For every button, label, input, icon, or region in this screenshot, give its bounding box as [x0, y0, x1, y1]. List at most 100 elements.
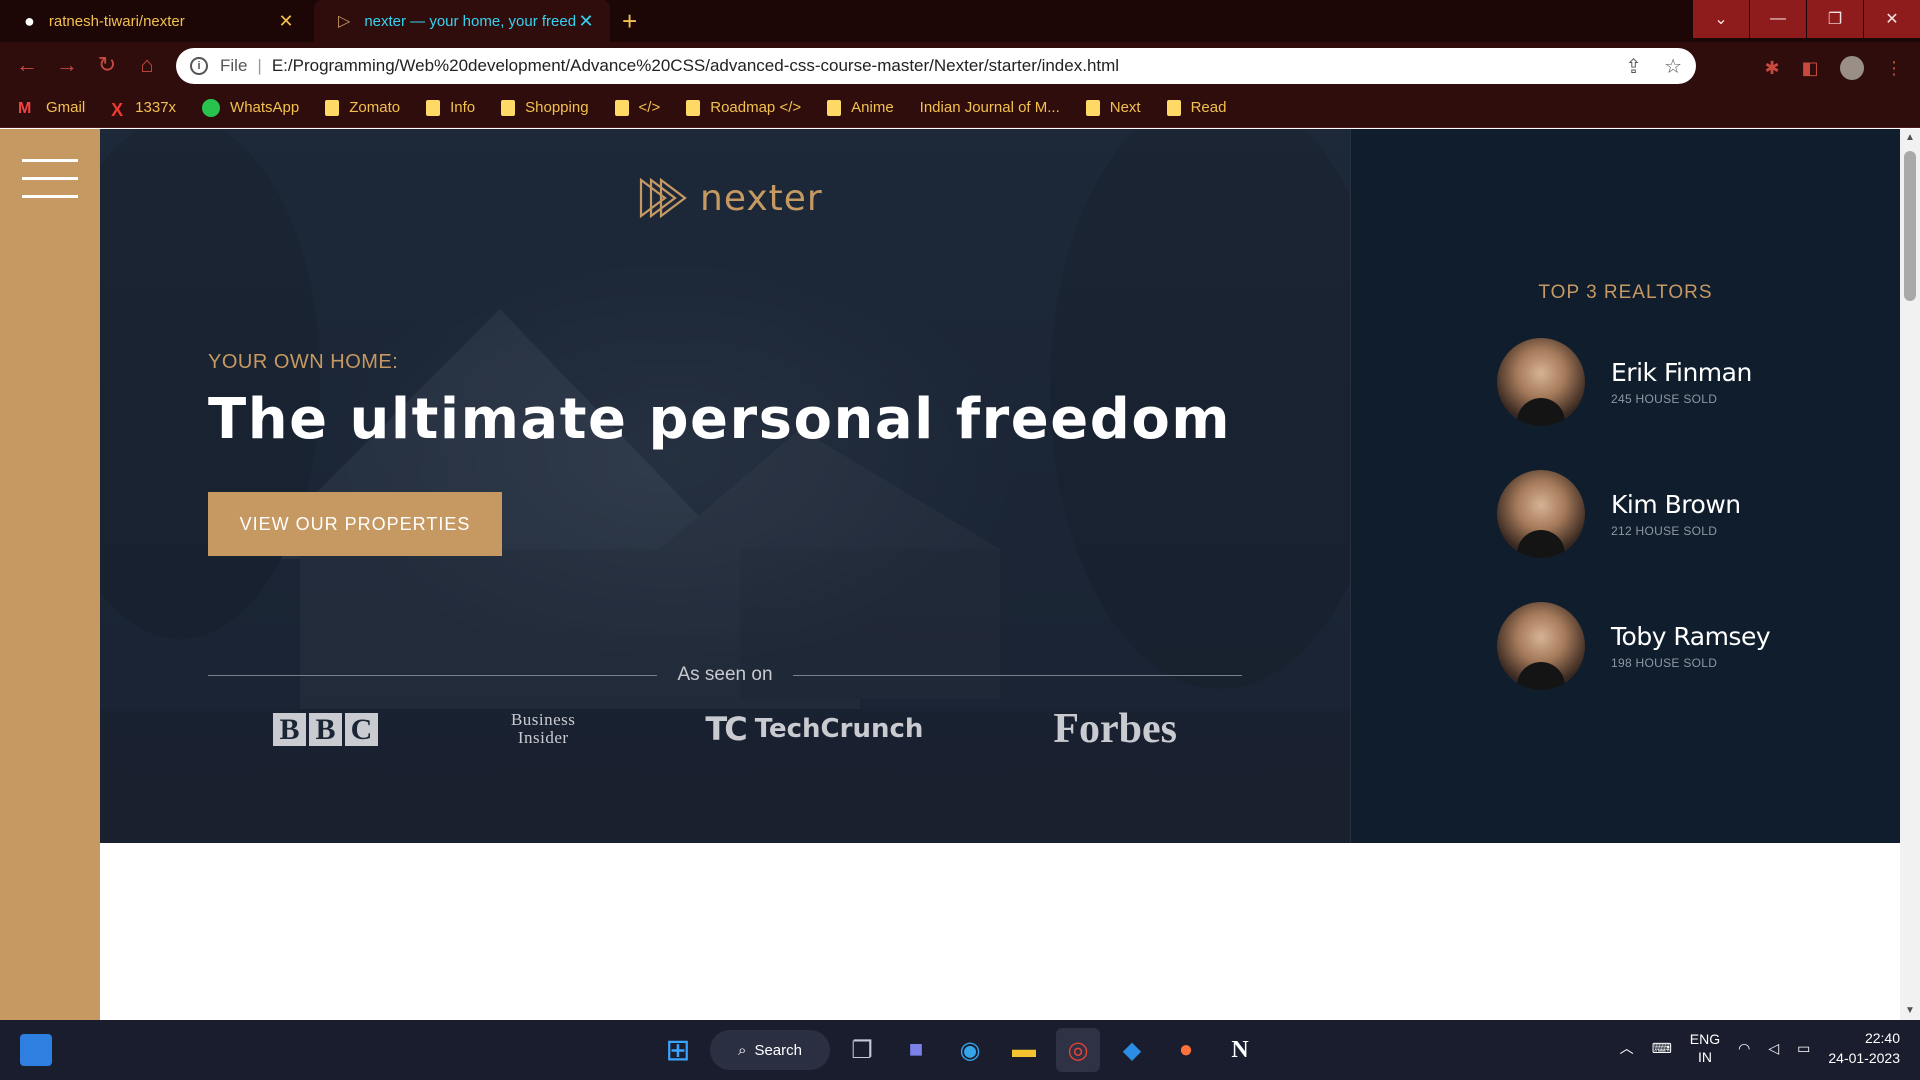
folder-icon: [501, 99, 516, 116]
realtor-card[interactable]: Kim Brown 212 HOUSE SOLD: [1497, 470, 1817, 558]
task-view-icon[interactable]: ❐: [840, 1028, 884, 1072]
taskbar-search[interactable]: ⌕ Search: [710, 1030, 830, 1070]
bookmark-folder-shopping[interactable]: Shopping: [501, 99, 589, 116]
bookmark-label: Info: [450, 99, 476, 116]
url-text[interactable]: E:/Programming/Web%20development/Advance…: [272, 56, 1119, 76]
x-icon: X: [111, 99, 124, 120]
bookmark-gmail[interactable]: M Gmail: [18, 99, 86, 117]
techcrunch-logo: TC TechCrunch: [705, 710, 923, 748]
vscode-icon[interactable]: ◆: [1110, 1028, 1154, 1072]
reload-icon[interactable]: ↻: [92, 50, 122, 80]
bbc-letter: B: [308, 712, 342, 746]
hero-eyebrow: YOUR OWN HOME:: [208, 351, 399, 373]
scroll-up-arrow-icon[interactable]: ▲: [1900, 129, 1920, 147]
realtors-title: TOP 3 REALTORS: [1538, 282, 1713, 303]
volume-icon[interactable]: ◁: [1768, 1040, 1779, 1057]
search-icon: ⌕: [738, 1041, 747, 1059]
realtor-card[interactable]: Erik Finman 245 HOUSE SOLD: [1497, 338, 1817, 426]
file-explorer-icon[interactable]: ▬: [1002, 1028, 1046, 1072]
business-insider-logo: Business Insider: [511, 711, 575, 747]
notion-icon[interactable]: N: [1218, 1028, 1262, 1072]
forward-arrow-icon[interactable]: →: [52, 50, 82, 80]
tab-search-button[interactable]: ⌄: [1693, 0, 1749, 38]
extensions-icon[interactable]: ✱: [1758, 54, 1786, 82]
address-bar[interactable]: i File | E:/Programming/Web%20developmen…: [176, 48, 1696, 84]
bookmark-label: 1337x: [135, 99, 177, 116]
tab-nexter-active[interactable]: ▷ nexter — your home, your freedom ✕: [314, 0, 610, 42]
clock-time: 22:40: [1864, 1030, 1900, 1046]
bookmark-indian-journal[interactable]: Indian Journal of M...: [920, 99, 1060, 116]
wifi-icon[interactable]: ◠: [1738, 1040, 1750, 1057]
restore-button[interactable]: ❐: [1807, 0, 1863, 38]
bbc-letter: B: [272, 712, 306, 746]
seen-on-divider: As seen on: [208, 664, 1243, 686]
language-indicator[interactable]: ENG IN: [1690, 1030, 1720, 1066]
hamburger-menu-button[interactable]: [22, 159, 78, 203]
window-controls: ⌄ — ❐ ✕: [1692, 0, 1920, 38]
bookmark-whatsapp[interactable]: WhatsApp: [202, 98, 300, 117]
new-tab-button[interactable]: +: [622, 6, 637, 37]
realtor-avatar: [1497, 338, 1585, 426]
realtor-name: Kim Brown: [1611, 490, 1741, 519]
bookmark-folder-code[interactable]: </>: [614, 99, 660, 116]
folder-icon: [686, 99, 701, 116]
folder-icon: [1085, 99, 1100, 116]
logo-text: nexter: [700, 177, 823, 219]
scrollbar-thumb[interactable]: [1904, 151, 1916, 301]
nexter-logo[interactable]: nexter: [638, 177, 823, 219]
show-hidden-icons-icon[interactable]: ︿: [1620, 1038, 1634, 1058]
realtor-name: Erik Finman: [1611, 358, 1752, 387]
bookmark-1337x[interactable]: X 1337x: [111, 99, 177, 120]
home-icon[interactable]: ⌂: [132, 50, 162, 80]
bookmark-label: WhatsApp: [230, 99, 300, 116]
close-window-button[interactable]: ✕: [1864, 0, 1920, 38]
close-tab-icon[interactable]: ✕: [276, 11, 296, 32]
tab-github-nexter[interactable]: ● ratnesh-tiwari/nexter ✕: [0, 0, 310, 42]
tab-title: nexter — your home, your freedom: [364, 12, 576, 30]
bbc-letter: C: [344, 712, 378, 746]
share-icon[interactable]: ⇪: [1625, 54, 1642, 79]
taskbar-apps: ⊞ ⌕ Search ❐ ■ ◉ ▬ ◎ ◆ ● N: [656, 1028, 1262, 1072]
folder-icon: [1166, 99, 1181, 116]
bookmark-folder-anime[interactable]: Anime: [827, 99, 894, 116]
nexter-logo-icon: ▷: [338, 13, 351, 30]
firefox-icon[interactable]: ●: [1164, 1028, 1208, 1072]
bookmark-label: Shopping: [525, 99, 589, 116]
techcrunch-text: TechCrunch: [754, 714, 924, 744]
profile-avatar[interactable]: [1838, 54, 1866, 82]
divider-line: [792, 674, 1243, 676]
minimize-button[interactable]: —: [1750, 0, 1806, 38]
bookmark-folder-zomato[interactable]: Zomato: [325, 99, 400, 116]
keyboard-icon[interactable]: ⌨: [1652, 1040, 1672, 1057]
nexter-logo-icon: [639, 177, 687, 219]
widgets-icon[interactable]: [20, 1034, 52, 1066]
battery-icon[interactable]: ▭: [1797, 1040, 1810, 1057]
site-info-icon[interactable]: i: [190, 57, 208, 75]
teams-chat-icon[interactable]: ■: [894, 1028, 938, 1072]
close-tab-icon[interactable]: ✕: [576, 11, 596, 32]
realtor-card[interactable]: Toby Ramsey 198 HOUSE SOLD: [1497, 602, 1817, 690]
chrome-browser-icon[interactable]: ◎: [1056, 1028, 1100, 1072]
bookmark-folder-roadmap[interactable]: Roadmap </>: [686, 99, 801, 116]
browser-menu-icon[interactable]: ⋮: [1880, 54, 1908, 82]
realtor-avatar: [1497, 470, 1585, 558]
menu-line: [22, 159, 78, 162]
bookmark-folder-next[interactable]: Next: [1085, 99, 1141, 116]
bookmark-star-icon[interactable]: ☆: [1664, 54, 1682, 79]
bookmark-label: Next: [1109, 99, 1141, 116]
bookmark-label: Gmail: [46, 99, 86, 116]
back-arrow-icon[interactable]: ←: [12, 50, 42, 80]
bookmark-label: Roadmap </>: [710, 99, 802, 116]
side-panel-icon[interactable]: ◧: [1796, 54, 1824, 82]
page-scrollbar[interactable]: ▲ ▼: [1900, 129, 1920, 1020]
scroll-down-arrow-icon[interactable]: ▼: [1900, 1002, 1920, 1020]
bookmark-folder-read[interactable]: Read: [1166, 99, 1227, 116]
windows-start-icon[interactable]: ⊞: [656, 1028, 700, 1072]
view-properties-button[interactable]: VIEW OUR PROPERTIES: [208, 492, 502, 556]
bookmark-folder-info[interactable]: Info: [426, 99, 475, 116]
clock[interactable]: 22:40 24-01-2023: [1828, 1028, 1900, 1068]
edge-browser-icon[interactable]: ◉: [948, 1028, 992, 1072]
realtor-sold-count: 212 HOUSE SOLD: [1611, 524, 1718, 538]
bookmark-label: Read: [1190, 99, 1227, 116]
github-icon: ●: [24, 10, 35, 31]
